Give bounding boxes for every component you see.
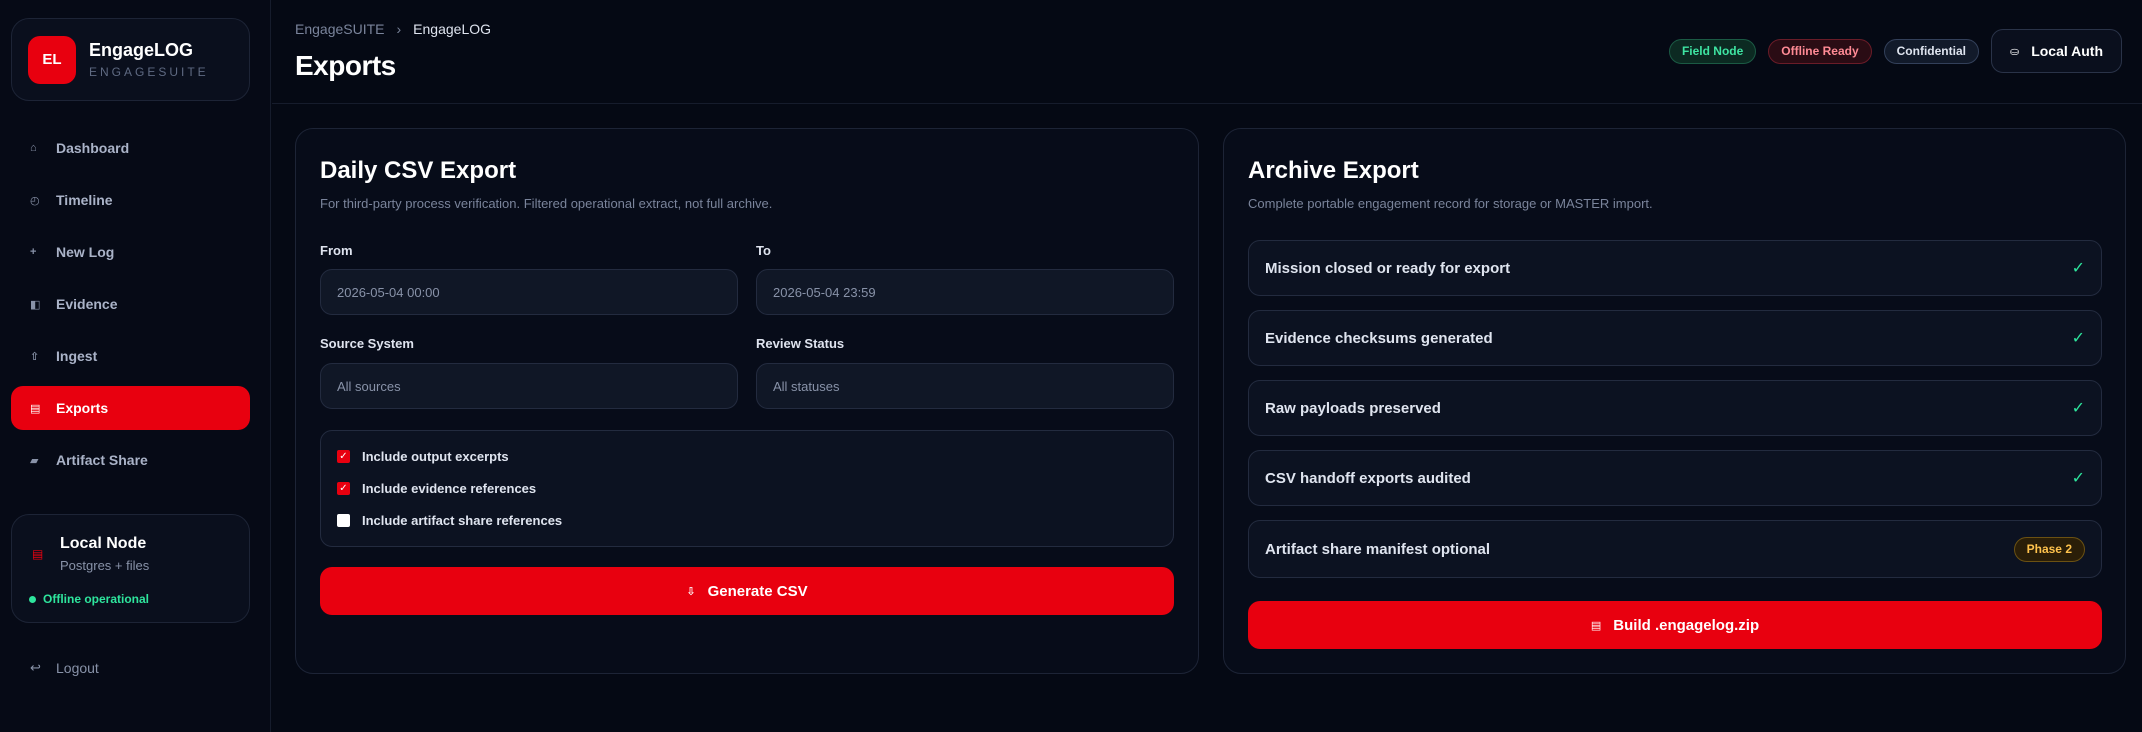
page-header: EngageSUITE › EngageLOG Exports Field No… bbox=[272, 0, 2142, 104]
generate-csv-label: Generate CSV bbox=[707, 582, 808, 600]
include-output-excerpts-checkbox[interactable]: ✓ Include output excerpts bbox=[337, 449, 509, 464]
sidebar: EL EngageLOG ENGAGESUITE ⌂ Dashboard ◴ T… bbox=[0, 0, 271, 732]
sidebar-item-artifact-share[interactable]: ▰ Artifact Share bbox=[11, 438, 250, 482]
breadcrumb-root[interactable]: EngageSUITE bbox=[295, 21, 385, 37]
source-system-label: Source System bbox=[320, 336, 414, 351]
sidebar-item-label: Exports bbox=[56, 400, 109, 416]
local-node-card: ▤ Local Node Postgres + files Offline op… bbox=[11, 514, 250, 623]
breadcrumb-separator-icon: › bbox=[396, 21, 402, 37]
status-dot-icon bbox=[29, 595, 36, 603]
review-status-label: Review Status bbox=[756, 336, 845, 351]
checklist-item: Raw payloads preserved ✓ bbox=[1248, 380, 2102, 436]
archive-export-panel: Archive Export Complete portable engagem… bbox=[1223, 128, 2126, 674]
to-label: To bbox=[756, 243, 771, 258]
node-status-text: Offline operational bbox=[43, 592, 150, 606]
sidebar-item-label: New Log bbox=[56, 244, 115, 260]
sidebar-item-exports[interactable]: ▤ Exports bbox=[11, 386, 250, 430]
brand-suite: ENGAGESUITE bbox=[89, 65, 209, 79]
checklist-item-label: Artifact share manifest optional bbox=[1265, 540, 1491, 558]
sidebar-item-ingest[interactable]: ⇧ Ingest bbox=[11, 334, 250, 378]
confidential-badge: Confidential bbox=[1883, 38, 1979, 64]
brand-logo: EL bbox=[28, 35, 76, 84]
from-input[interactable]: 2026-05-04 00:00 bbox=[320, 269, 738, 315]
user-icon: ⛀ bbox=[2009, 45, 2020, 58]
sidebar-item-label: Timeline bbox=[56, 192, 113, 208]
local-auth-button[interactable]: ⛀ Local Auth bbox=[1990, 29, 2122, 73]
archive-panel-subtitle: Complete portable engagement record for … bbox=[1248, 196, 1653, 211]
checkbox-label: Include artifact share references bbox=[362, 513, 563, 528]
header-badges: Field Node Offline Ready Confidential ⛀ … bbox=[1657, 29, 2122, 73]
breadcrumb-current: EngageLOG bbox=[413, 21, 492, 37]
export-icon: ▤ bbox=[30, 402, 41, 415]
brand-name: EngageLOG bbox=[89, 40, 194, 60]
checkbox-checked-icon: ✓ bbox=[337, 482, 350, 495]
check-icon: ✓ bbox=[2071, 260, 2085, 277]
archive-icon: ▤ bbox=[1590, 619, 1602, 632]
plus-icon: + bbox=[30, 246, 37, 258]
sidebar-item-timeline[interactable]: ◴ Timeline bbox=[11, 178, 250, 222]
home-icon: ⌂ bbox=[30, 142, 37, 154]
brand-card[interactable]: EL EngageLOG ENGAGESUITE bbox=[11, 18, 250, 101]
csv-options: ✓ Include output excerpts ✓ Include evid… bbox=[320, 430, 1174, 547]
phase-badge: Phase 2 bbox=[2013, 536, 2085, 562]
breadcrumb: EngageSUITE › EngageLOG bbox=[295, 21, 491, 37]
clock-icon: ◴ bbox=[30, 194, 40, 207]
sidebar-item-new-log[interactable]: + New Log bbox=[11, 230, 250, 274]
checklist-item: Evidence checksums generated ✓ bbox=[1248, 310, 2102, 366]
checklist-item-label: Mission closed or ready for export bbox=[1265, 259, 1511, 277]
checkbox-unchecked-icon bbox=[337, 514, 350, 527]
sidebar-item-label: Evidence bbox=[56, 296, 118, 312]
csv-panel-title: Daily CSV Export bbox=[320, 157, 517, 184]
csv-panel-subtitle: For third-party process verification. Fi… bbox=[320, 196, 773, 211]
daily-csv-export-panel: Daily CSV Export For third-party process… bbox=[295, 128, 1199, 674]
sidebar-item-evidence[interactable]: ◧ Evidence bbox=[11, 282, 250, 326]
include-evidence-references-checkbox[interactable]: ✓ Include evidence references bbox=[337, 481, 536, 496]
check-icon: ✓ bbox=[2071, 400, 2085, 417]
node-status: Offline operational bbox=[29, 592, 149, 606]
checkbox-label: Include evidence references bbox=[362, 481, 537, 496]
checklist-item-label: Evidence checksums generated bbox=[1265, 329, 1493, 347]
logout-icon: ↩ bbox=[30, 660, 41, 675]
to-input[interactable]: 2026-05-04 23:59 bbox=[756, 269, 1174, 315]
field-node-badge: Field Node bbox=[1668, 38, 1757, 64]
checklist-item-label: CSV handoff exports audited bbox=[1265, 469, 1471, 487]
sidebar-item-dashboard[interactable]: ⌂ Dashboard bbox=[11, 126, 250, 170]
download-icon: ⇩ bbox=[686, 585, 696, 598]
generate-csv-button[interactable]: ⇩ Generate CSV bbox=[320, 567, 1174, 615]
check-icon: ✓ bbox=[2071, 330, 2085, 347]
sidebar-item-label: Ingest bbox=[56, 348, 98, 364]
database-icon: ▤ bbox=[32, 547, 44, 561]
checklist-item: Artifact share manifest optional Phase 2 bbox=[1248, 520, 2102, 578]
checkbox-label: Include output excerpts bbox=[362, 449, 509, 464]
check-icon: ✓ bbox=[2071, 470, 2085, 487]
local-auth-label: Local Auth bbox=[2031, 43, 2103, 59]
share-icon: ▰ bbox=[30, 454, 39, 467]
sidebar-item-label: Artifact Share bbox=[56, 452, 148, 468]
source-system-select[interactable]: All sources bbox=[320, 363, 738, 409]
logout-button[interactable]: ↩ Logout bbox=[30, 660, 99, 676]
checklist-item: Mission closed or ready for export ✓ bbox=[1248, 240, 2102, 296]
include-artifact-share-references-checkbox[interactable]: Include artifact share references bbox=[337, 513, 562, 528]
build-archive-label: Build .engagelog.zip bbox=[1613, 616, 1760, 634]
from-label: From bbox=[320, 243, 353, 258]
offline-ready-badge: Offline Ready bbox=[1768, 38, 1872, 64]
checklist-item: CSV handoff exports audited ✓ bbox=[1248, 450, 2102, 506]
logout-label: Logout bbox=[56, 660, 99, 676]
archive-panel-title: Archive Export bbox=[1248, 157, 1419, 184]
checklist-item-label: Raw payloads preserved bbox=[1265, 399, 1441, 417]
evidence-icon: ◧ bbox=[30, 298, 41, 311]
sidebar-nav: ⌂ Dashboard ◴ Timeline + New Log ◧ Evide… bbox=[11, 126, 250, 490]
node-title: Local Node bbox=[60, 535, 147, 552]
checkbox-checked-icon: ✓ bbox=[337, 450, 350, 463]
sidebar-item-label: Dashboard bbox=[56, 140, 130, 156]
page-title: Exports bbox=[295, 50, 396, 81]
build-archive-button[interactable]: ▤ Build .engagelog.zip bbox=[1248, 601, 2102, 649]
node-subtitle: Postgres + files bbox=[60, 558, 150, 573]
upload-icon: ⇧ bbox=[30, 350, 40, 363]
review-status-select[interactable]: All statuses bbox=[756, 363, 1174, 409]
